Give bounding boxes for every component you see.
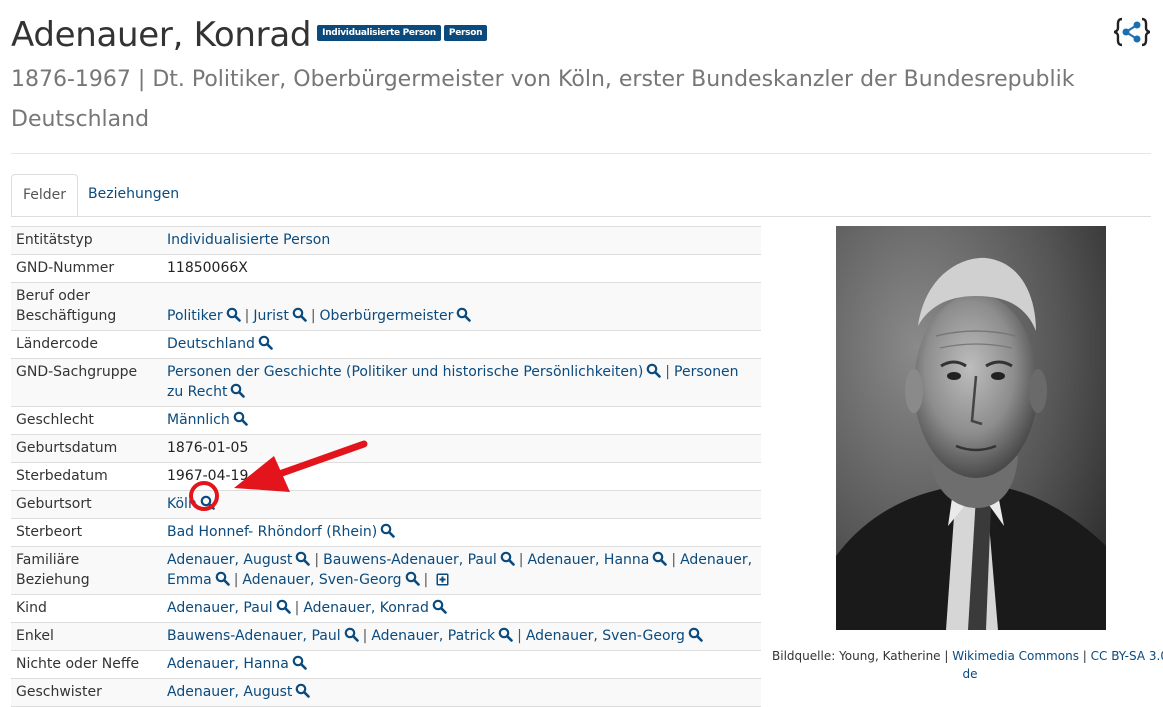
table-row: Sterbedatum 1967-04-19 bbox=[11, 463, 761, 491]
field-label: Sterbeort bbox=[11, 519, 162, 547]
search-icon[interactable] bbox=[500, 551, 515, 566]
search-icon[interactable] bbox=[200, 495, 215, 510]
field-value: 11850066X bbox=[162, 255, 761, 283]
field-label: Nichte oder Neffe bbox=[11, 651, 162, 679]
tab-bar: Felder Beziehungen bbox=[11, 174, 1151, 217]
search-icon[interactable] bbox=[276, 599, 291, 614]
field-label: Beruf oder Beschäftigung bbox=[11, 283, 162, 331]
field-label: Geburtsort bbox=[11, 491, 162, 519]
field-link[interactable]: Adenauer, August bbox=[167, 684, 292, 700]
field-label: Geburtsdatum bbox=[11, 435, 162, 463]
table-row: Nichte oder Neffe Adenauer, Hanna bbox=[11, 651, 761, 679]
type-badge: Individualisierte Person bbox=[317, 25, 441, 41]
table-row: Familiäre Beziehung Adenauer, August|Bau… bbox=[11, 547, 761, 595]
search-icon[interactable] bbox=[344, 627, 359, 642]
field-label: Geschwister bbox=[11, 679, 162, 707]
search-icon[interactable] bbox=[456, 307, 471, 322]
table-row: GND-Nummer 11850066X bbox=[11, 255, 761, 283]
field-link[interactable]: Adenauer, Sven-Georg bbox=[526, 628, 685, 644]
table-row: Geburtsort Köln bbox=[11, 491, 761, 519]
table-row: Ländercode Deutschland bbox=[11, 331, 761, 359]
search-icon[interactable] bbox=[652, 551, 667, 566]
field-link[interactable]: Oberbürgermeister bbox=[320, 308, 454, 324]
field-label: Kind bbox=[11, 595, 162, 623]
field-link[interactable]: Politiker bbox=[167, 308, 223, 324]
table-row: GND-Sachgruppe Personen der Geschichte (… bbox=[11, 359, 761, 407]
search-icon[interactable] bbox=[646, 363, 661, 378]
field-link[interactable]: Adenauer, Sven-Georg bbox=[242, 572, 401, 588]
search-icon[interactable] bbox=[405, 571, 420, 586]
field-link[interactable]: Adenauer, Patrick bbox=[371, 628, 495, 644]
field-link[interactable]: Adenauer, Konrad bbox=[303, 600, 429, 616]
search-icon[interactable] bbox=[258, 335, 273, 350]
search-icon[interactable] bbox=[233, 411, 248, 426]
field-label: Entitätstyp bbox=[11, 227, 162, 255]
field-label: Geschlecht bbox=[11, 407, 162, 435]
field-link[interactable]: Köln bbox=[167, 496, 197, 512]
table-row: Entitätstyp Individualisierte Person bbox=[11, 227, 761, 255]
field-link[interactable]: Bauwens-Adenauer, Paul bbox=[323, 552, 497, 568]
title-text: Adenauer, Konrad bbox=[11, 15, 311, 55]
type-badge: Person bbox=[444, 25, 487, 41]
search-icon[interactable] bbox=[295, 551, 310, 566]
table-row: Kind Adenauer, Paul|Adenauer, Konrad bbox=[11, 595, 761, 623]
search-icon[interactable] bbox=[230, 383, 245, 398]
image-caption: Bildquelle: Young, Katherine | Wikimedia… bbox=[770, 647, 1163, 683]
caption-source: Bildquelle: Young, Katherine bbox=[772, 649, 941, 663]
tab-felder[interactable]: Felder bbox=[11, 174, 78, 216]
wikimedia-commons-link[interactable]: Wikimedia Commons bbox=[952, 649, 1079, 663]
search-icon[interactable] bbox=[226, 307, 241, 322]
field-link[interactable]: Bauwens-Adenauer, Paul bbox=[167, 628, 341, 644]
search-icon[interactable] bbox=[688, 627, 703, 642]
search-icon[interactable] bbox=[380, 523, 395, 538]
table-row: Enkel Bauwens-Adenauer, Paul|Adenauer, P… bbox=[11, 623, 761, 651]
field-link[interactable]: Personen der Geschichte (Politiker und h… bbox=[167, 364, 643, 380]
field-link[interactable]: Adenauer, Hanna bbox=[167, 656, 289, 672]
field-link[interactable]: Adenauer, August bbox=[167, 552, 292, 568]
page-title: Adenauer, Konrad Individualisierte Person… bbox=[11, 14, 487, 56]
field-link[interactable]: Bad Honnef- Rhöndorf (Rhein) bbox=[167, 524, 377, 540]
search-icon[interactable] bbox=[215, 571, 230, 586]
search-icon[interactable] bbox=[498, 627, 513, 642]
plus-square-icon[interactable] bbox=[436, 572, 449, 585]
search-icon[interactable] bbox=[292, 307, 307, 322]
field-value: 1967-04-19 bbox=[162, 463, 761, 491]
field-label: Sterbedatum bbox=[11, 463, 162, 491]
tab-beziehungen[interactable]: Beziehungen bbox=[77, 174, 190, 215]
field-link[interactable]: Jurist bbox=[253, 308, 288, 324]
table-row: Geburtsdatum 1876-01-05 bbox=[11, 435, 761, 463]
search-icon[interactable] bbox=[292, 655, 307, 670]
field-value: 1876-01-05 bbox=[162, 435, 761, 463]
field-label: Familiäre Beziehung bbox=[11, 547, 162, 595]
field-link[interactable]: Männlich bbox=[167, 412, 230, 428]
field-label: GND-Sachgruppe bbox=[11, 359, 162, 407]
field-label: Ländercode bbox=[11, 331, 162, 359]
page-subtitle: 1876-1967 | Dt. Politiker, Oberbürgermei… bbox=[11, 60, 1131, 140]
search-icon[interactable] bbox=[295, 683, 310, 698]
table-row: Sterbeort Bad Honnef- Rhöndorf (Rhein) bbox=[11, 519, 761, 547]
field-link[interactable]: Adenauer, Hanna bbox=[527, 552, 649, 568]
field-link[interactable]: Adenauer, Paul bbox=[167, 600, 273, 616]
lobid-share-icon[interactable] bbox=[1113, 16, 1151, 48]
fields-table: Entitätstyp Individualisierte Person GND… bbox=[11, 226, 761, 707]
table-row: Geschwister Adenauer, August bbox=[11, 679, 761, 707]
header-divider bbox=[11, 153, 1151, 154]
search-icon[interactable] bbox=[432, 599, 447, 614]
table-row: Geschlecht Männlich bbox=[11, 407, 761, 435]
field-link[interactable]: Deutschland bbox=[167, 336, 255, 352]
table-row: Beruf oder Beschäftigung Politiker|Juris… bbox=[11, 283, 761, 331]
portrait-photo bbox=[836, 226, 1106, 630]
field-link[interactable]: Individualisierte Person bbox=[167, 232, 330, 248]
field-label: GND-Nummer bbox=[11, 255, 162, 283]
field-label: Enkel bbox=[11, 623, 162, 651]
